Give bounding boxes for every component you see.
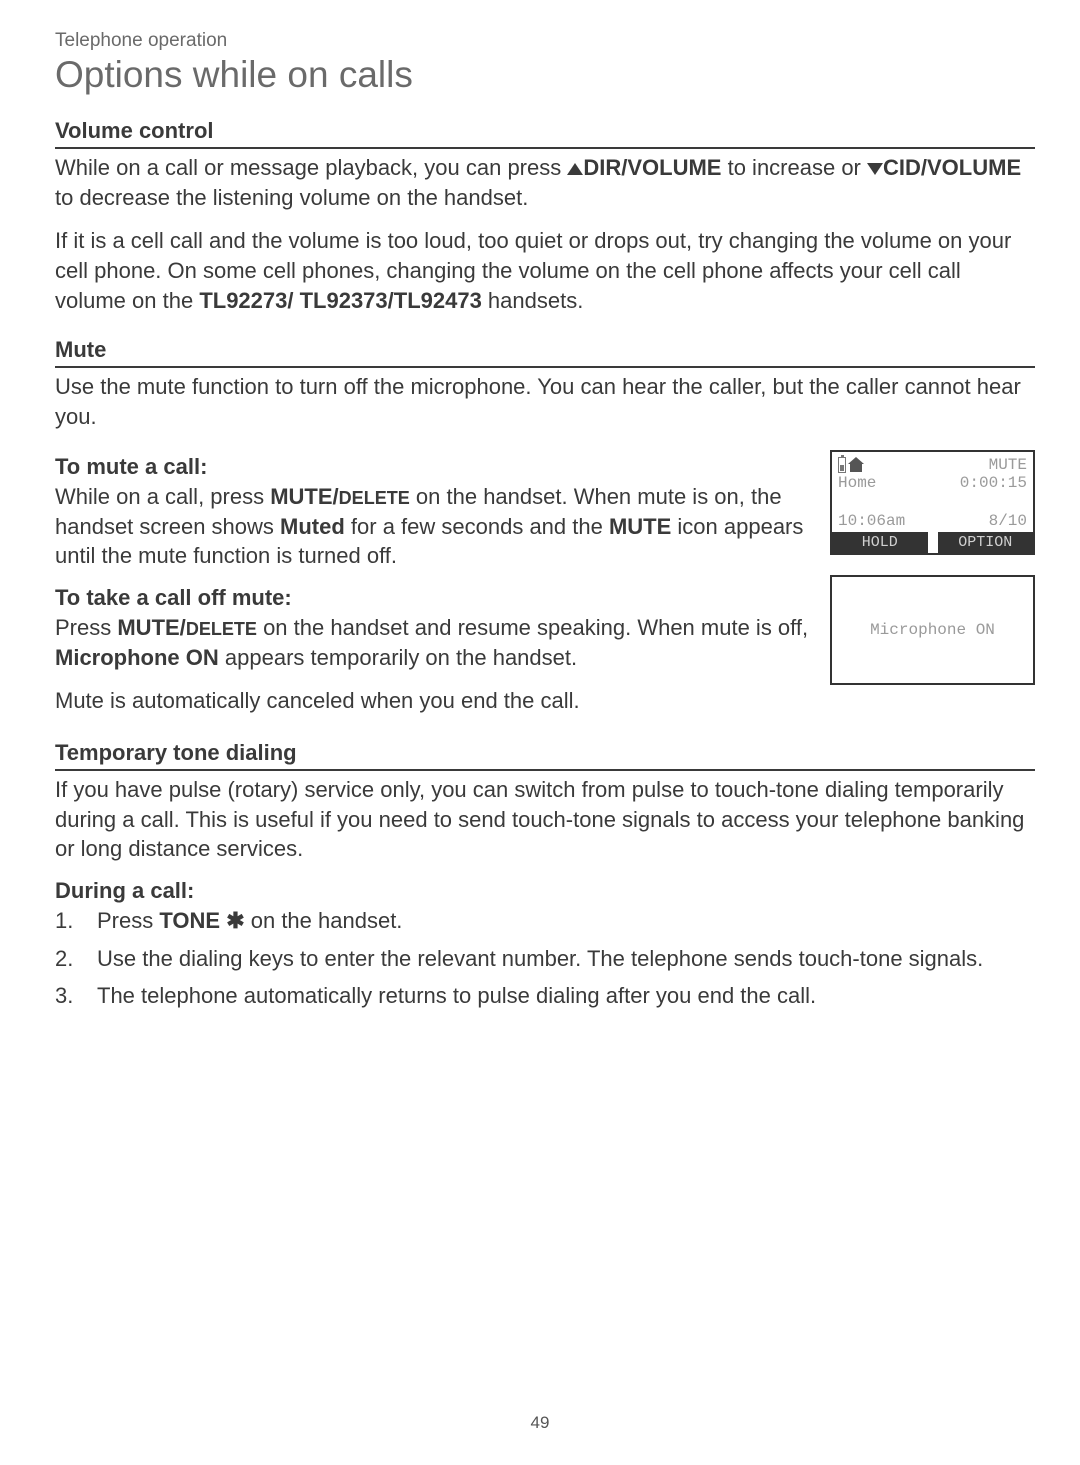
text: While on a call, press [55, 484, 270, 509]
text: to decrease the listening volume on the … [55, 185, 528, 210]
battery-icon [838, 457, 846, 473]
to-mute-paragraph: While on a call, press MUTE/DELETE on th… [55, 482, 812, 571]
step-1: Press TONE ✱ on the handset. [55, 906, 1035, 936]
text: to increase or [721, 155, 867, 180]
volume-paragraph-1: While on a call or message playback, you… [55, 153, 1035, 212]
text: on the handset and resume speaking. When… [257, 615, 808, 640]
screen-date: 8/10 [989, 512, 1027, 530]
screen-mic-on-text: Microphone ON [870, 621, 995, 639]
softkey-gap [928, 532, 938, 553]
text: Press [55, 615, 117, 640]
off-mute-heading: To take a call off mute: [55, 585, 812, 611]
microphone-on-label: Microphone ON [55, 645, 219, 670]
page-title: Options while on calls [55, 54, 1035, 96]
triangle-up-icon [567, 163, 583, 175]
muted-label: Muted [280, 514, 345, 539]
breadcrumb: Telephone operation [55, 30, 1035, 52]
step-3: The telephone automatically returns to p… [55, 981, 1035, 1011]
star-icon: ✱ [226, 908, 244, 933]
off-mute-paragraph: Press MUTE/DELETE on the handset and res… [55, 613, 812, 672]
step-2: Use the dialing keys to enter the releva… [55, 944, 1035, 974]
mute-delete-key: MUTE/DELETE [270, 484, 410, 509]
cid-volume-label: CID/VOLUME [883, 155, 1021, 180]
mute-intro: Use the mute function to turn off the mi… [55, 372, 1035, 431]
section-tone-heading: Temporary tone dialing [55, 740, 1035, 771]
handset-screen-mic-on: Microphone ON [830, 575, 1035, 685]
text: handsets. [482, 288, 584, 313]
steps-list: Press TONE ✱ on the handset. Use the dia… [55, 906, 1035, 1011]
dir-volume-label: DIR/VOLUME [583, 155, 721, 180]
screen-time: 10:06am [838, 512, 905, 530]
mute-auto-cancel: Mute is automatically canceled when you … [55, 686, 1035, 716]
text: appears temporarily on the handset. [219, 645, 577, 670]
battery-house-icons [838, 456, 864, 474]
house-icon [848, 458, 864, 472]
screen-softkey-hold: HOLD [832, 532, 928, 553]
mute-icon-label: MUTE [609, 514, 671, 539]
volume-paragraph-2: If it is a cell call and the volume is t… [55, 226, 1035, 315]
during-call-heading: During a call: [55, 878, 1035, 904]
text: for a few seconds and the [345, 514, 609, 539]
text: While on a call or message playback, you… [55, 155, 567, 180]
text: on the handset. [245, 908, 403, 933]
page-number: 49 [0, 1413, 1080, 1433]
triangle-down-icon [867, 163, 883, 175]
screen-softkey-option: OPTION [938, 532, 1034, 553]
section-mute-heading: Mute [55, 337, 1035, 368]
tone-key-label: TONE ✱ [159, 908, 244, 933]
model-numbers: TL92273/ TL92373/TL92473 [199, 288, 482, 313]
mute-delete-key-2: MUTE/DELETE [117, 615, 257, 640]
handset-screen-mute: MUTE Home 0:00:15 10:06am 8/10 HOLD OPTI… [830, 450, 1035, 555]
section-volume-heading: Volume control [55, 118, 1035, 149]
text: Press [97, 908, 159, 933]
screen-call-timer: 0:00:15 [960, 474, 1027, 492]
screen-home-label: Home [838, 474, 876, 492]
tone-intro: If you have pulse (rotary) service only,… [55, 775, 1035, 864]
screen-mute-indicator: MUTE [989, 456, 1027, 474]
to-mute-heading: To mute a call: [55, 454, 812, 480]
